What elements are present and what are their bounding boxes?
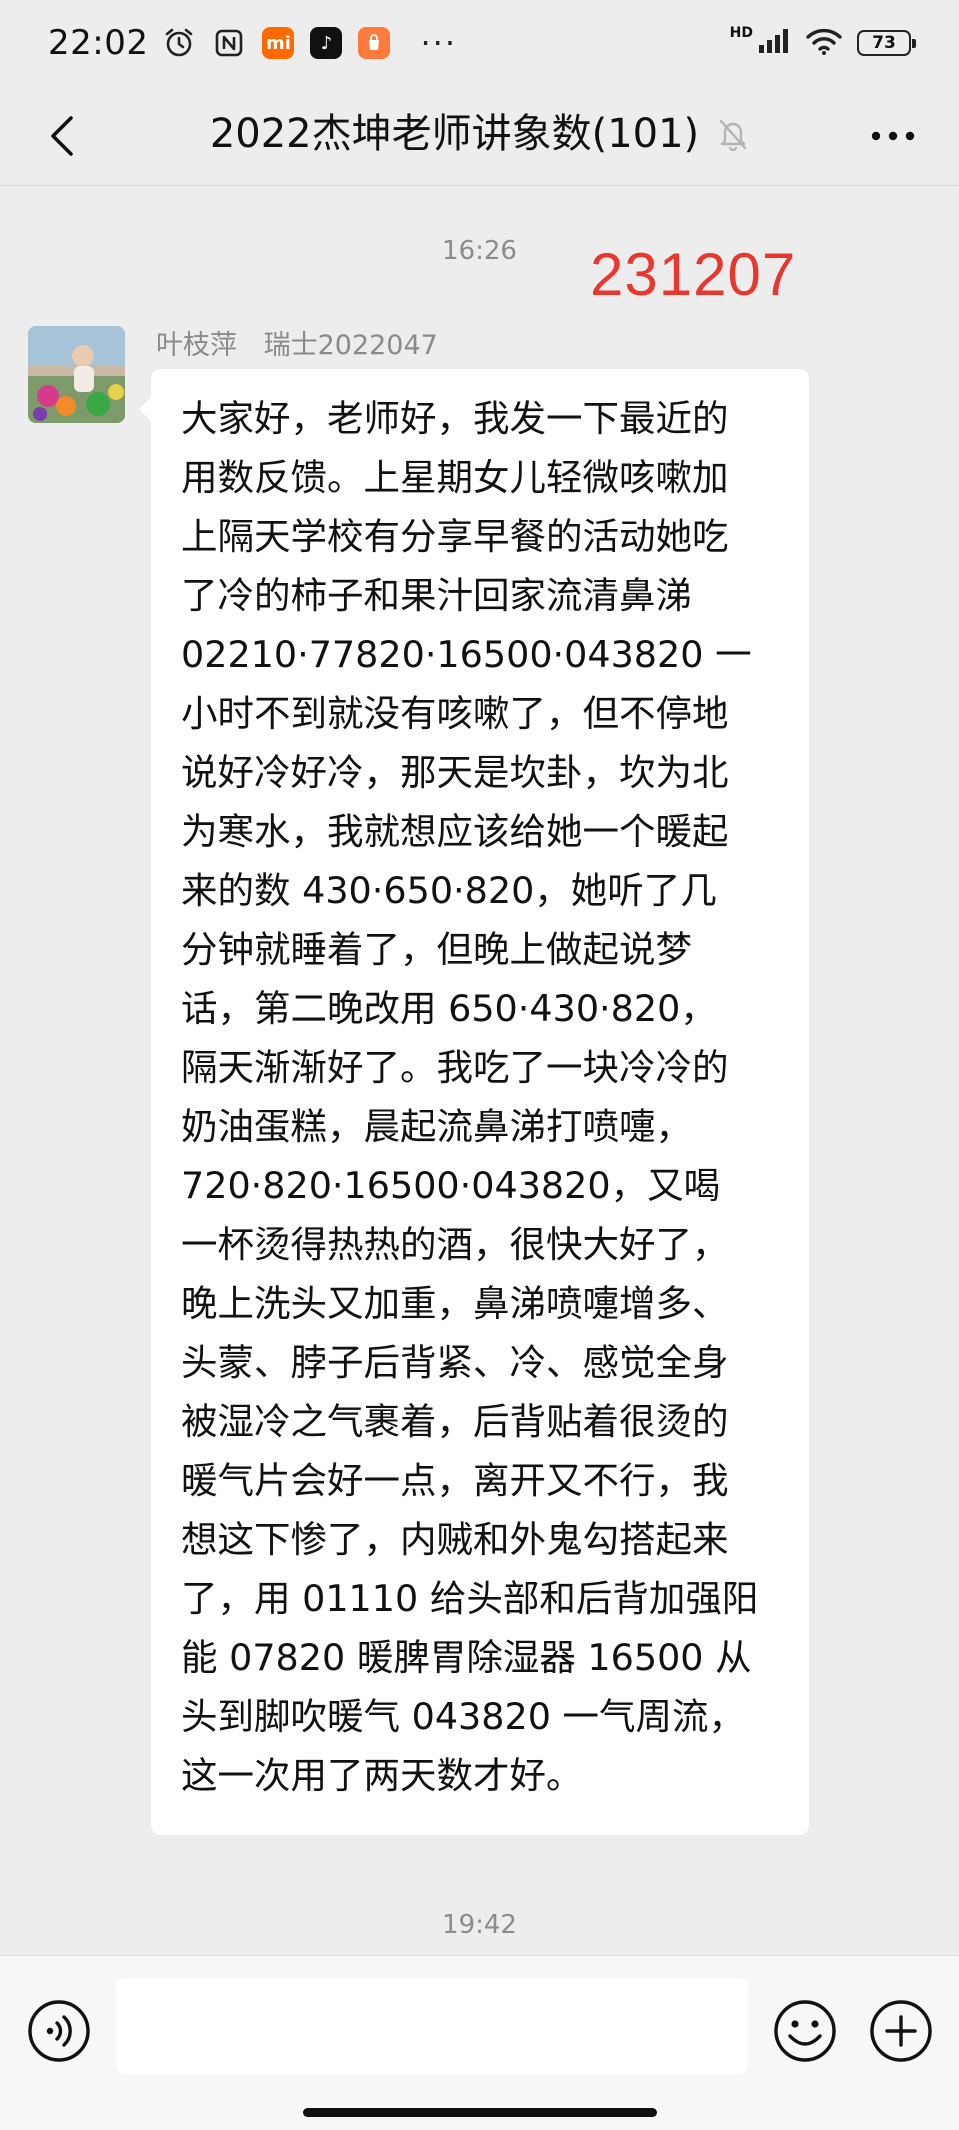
chat-title-container: 2022杰坤老师讲象数(101) xyxy=(0,106,959,162)
date-overlay-number: 231207 xyxy=(590,241,797,308)
chat-screen: 22:02 mi ♪ ··· HD 73 2022杰坤老师讲象数(101) 16… xyxy=(0,0,959,2130)
more-dots-icon xyxy=(871,131,915,141)
message-input[interactable] xyxy=(116,1978,748,2074)
message-timestamp-later: 19:42 xyxy=(442,1910,517,1940)
signal-icon xyxy=(757,27,791,59)
bell-off-icon xyxy=(719,119,747,151)
home-indicator[interactable] xyxy=(303,2108,657,2117)
more-notifications-dots: ··· xyxy=(420,24,457,62)
wifi-icon xyxy=(805,26,843,60)
input-bar xyxy=(0,1955,959,2130)
mi-app-icon: mi xyxy=(262,27,295,59)
emoji-icon xyxy=(774,2000,836,2062)
sender-tag: 瑞士2022047 xyxy=(263,330,438,361)
shopping-bag-icon xyxy=(358,27,391,59)
tiktok-icon: ♪ xyxy=(310,27,343,59)
status-bar: 22:02 mi ♪ ··· HD 73 xyxy=(0,0,959,86)
status-notification-icons: mi ♪ ··· xyxy=(162,24,457,62)
more-options-button[interactable] xyxy=(863,108,923,164)
message-bubble[interactable]: 大家好，老师好，我发一下最近的 用数反馈。上星期女儿轻微咳嗽加 上隔天学校有分享… xyxy=(139,369,809,1835)
hd-label: HD xyxy=(729,25,753,41)
avatar[interactable] xyxy=(28,326,125,423)
chat-title[interactable]: 2022杰坤老师讲象数(101) xyxy=(210,106,699,162)
chat-header: 2022杰坤老师讲象数(101) xyxy=(0,86,959,186)
message-timestamp: 16:26 xyxy=(442,236,517,266)
sender-info: 叶枝萍 瑞士2022047 xyxy=(156,326,438,366)
plus-icon xyxy=(870,2000,932,2062)
nfc-icon xyxy=(212,26,246,60)
voice-button[interactable] xyxy=(26,1998,92,2064)
emoji-button[interactable] xyxy=(772,1998,838,2064)
more-features-button[interactable] xyxy=(868,1998,934,2064)
sender-name[interactable]: 叶枝萍 xyxy=(156,330,237,361)
status-system-icons: HD 73 xyxy=(729,25,916,60)
status-time: 22:02 xyxy=(48,23,149,63)
voice-icon xyxy=(28,2000,90,2062)
alarm-clock-icon xyxy=(162,26,196,60)
battery-icon: 73 xyxy=(857,30,916,56)
message-text: 大家好，老师好，我发一下最近的 用数反馈。上星期女儿轻微咳嗽加 上隔天学校有分享… xyxy=(181,397,759,1797)
